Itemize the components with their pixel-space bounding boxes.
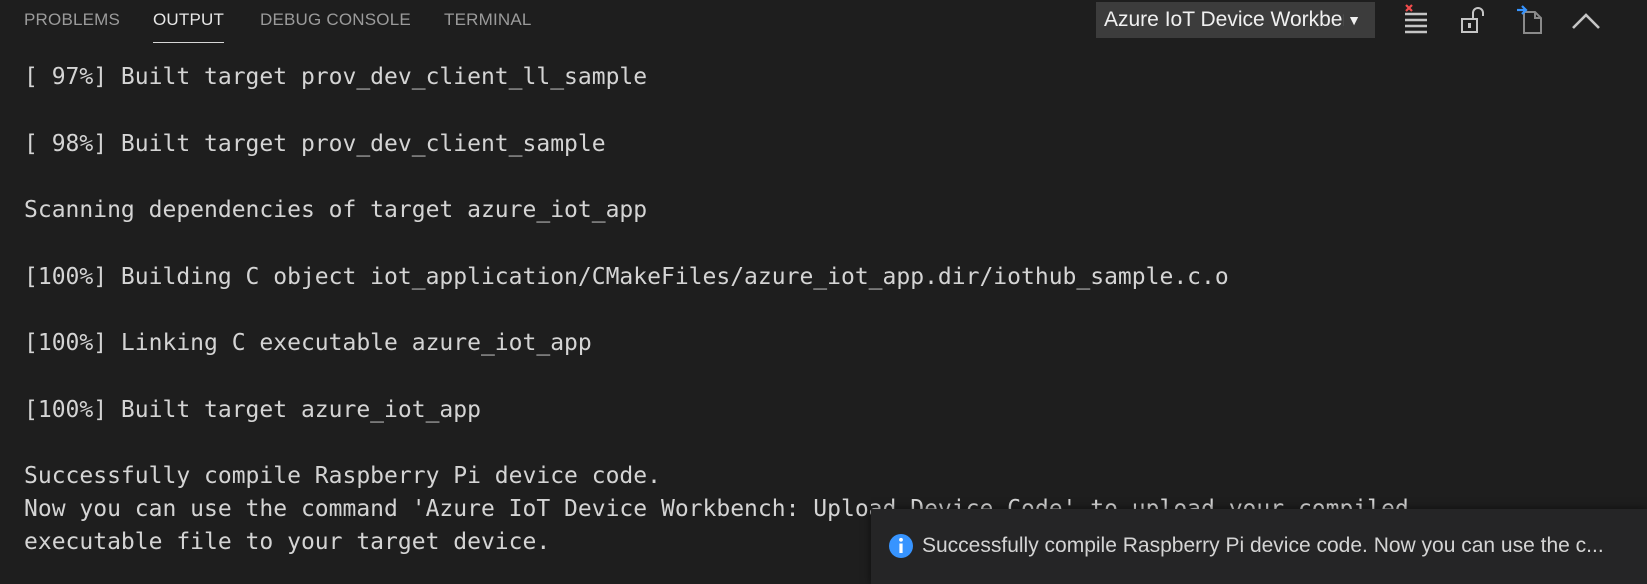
chevron-down-icon: ▼ xyxy=(1347,12,1361,28)
tab-problems[interactable]: PROBLEMS xyxy=(24,0,120,40)
output-log: [ 97%] Built target prov_dev_client_ll_s… xyxy=(24,62,1644,555)
output-panel: PROBLEMS OUTPUT DEBUG CONSOLE TERMINAL A… xyxy=(0,0,1647,584)
notification-toast[interactable]: Successfully compile Raspberry Pi device… xyxy=(871,509,1647,584)
notification-message: Successfully compile Raspberry Pi device… xyxy=(922,534,1604,557)
tab-output[interactable]: OUTPUT xyxy=(153,0,225,43)
panel-tab-bar: PROBLEMS OUTPUT DEBUG CONSOLE TERMINAL A… xyxy=(0,0,1647,46)
output-line: Successfully compile Raspberry Pi device… xyxy=(24,463,661,489)
output-line: [100%] Building C object iot_application… xyxy=(24,264,1229,290)
output-line: executable file to your target device. xyxy=(24,529,551,555)
output-line: Scanning dependencies of target azure_io… xyxy=(24,197,648,223)
output-channel-selected: Azure IoT Device Workbench xyxy=(1104,8,1344,31)
lock-scroll-icon[interactable] xyxy=(1458,4,1490,36)
tab-debug-console[interactable]: DEBUG CONSOLE xyxy=(260,0,411,40)
maximize-panel-icon[interactable] xyxy=(1570,4,1602,36)
clear-output-icon[interactable] xyxy=(1401,4,1433,36)
output-line: [100%] Built target azure_iot_app xyxy=(24,397,481,423)
output-channel-select[interactable]: Azure IoT Device Workbench ▼ xyxy=(1096,2,1375,38)
output-line: [100%] Linking C executable azure_iot_ap… xyxy=(24,330,592,356)
output-line: [ 98%] Built target prov_dev_client_samp… xyxy=(24,131,606,157)
output-line: [ 97%] Built target prov_dev_client_ll_s… xyxy=(24,64,648,90)
info-icon xyxy=(888,533,914,559)
open-log-file-icon[interactable] xyxy=(1515,4,1547,36)
tab-terminal[interactable]: TERMINAL xyxy=(444,0,532,40)
